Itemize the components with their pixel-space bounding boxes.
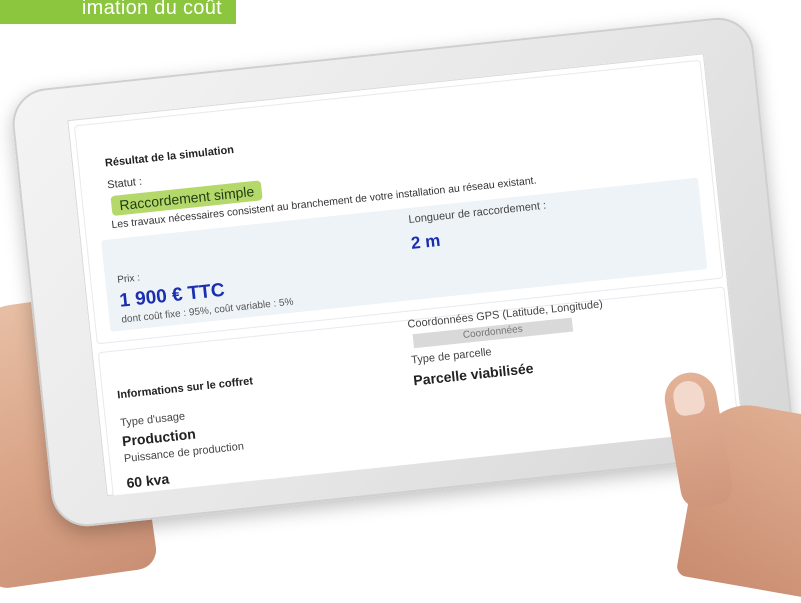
coffret-title: Informations sur le coffret [116,375,254,402]
page-title-banner: imation du coût [0,0,236,24]
page-title: imation du coût [81,0,222,19]
statut-label: Statut : [106,175,143,192]
puissance-value: 60 kva [125,470,170,491]
prix-label: Prix : [116,272,141,286]
longueur-label: Longueur de raccordement : [407,199,547,227]
parcelle-label: Type de parcelle [410,346,493,367]
longueur-value: 2 m [410,230,442,253]
result-title: Résultat de la simulation [104,143,235,170]
fingernail [670,378,707,418]
tablet-screen: Résultat de la simulation Statut : Racco… [67,53,744,497]
